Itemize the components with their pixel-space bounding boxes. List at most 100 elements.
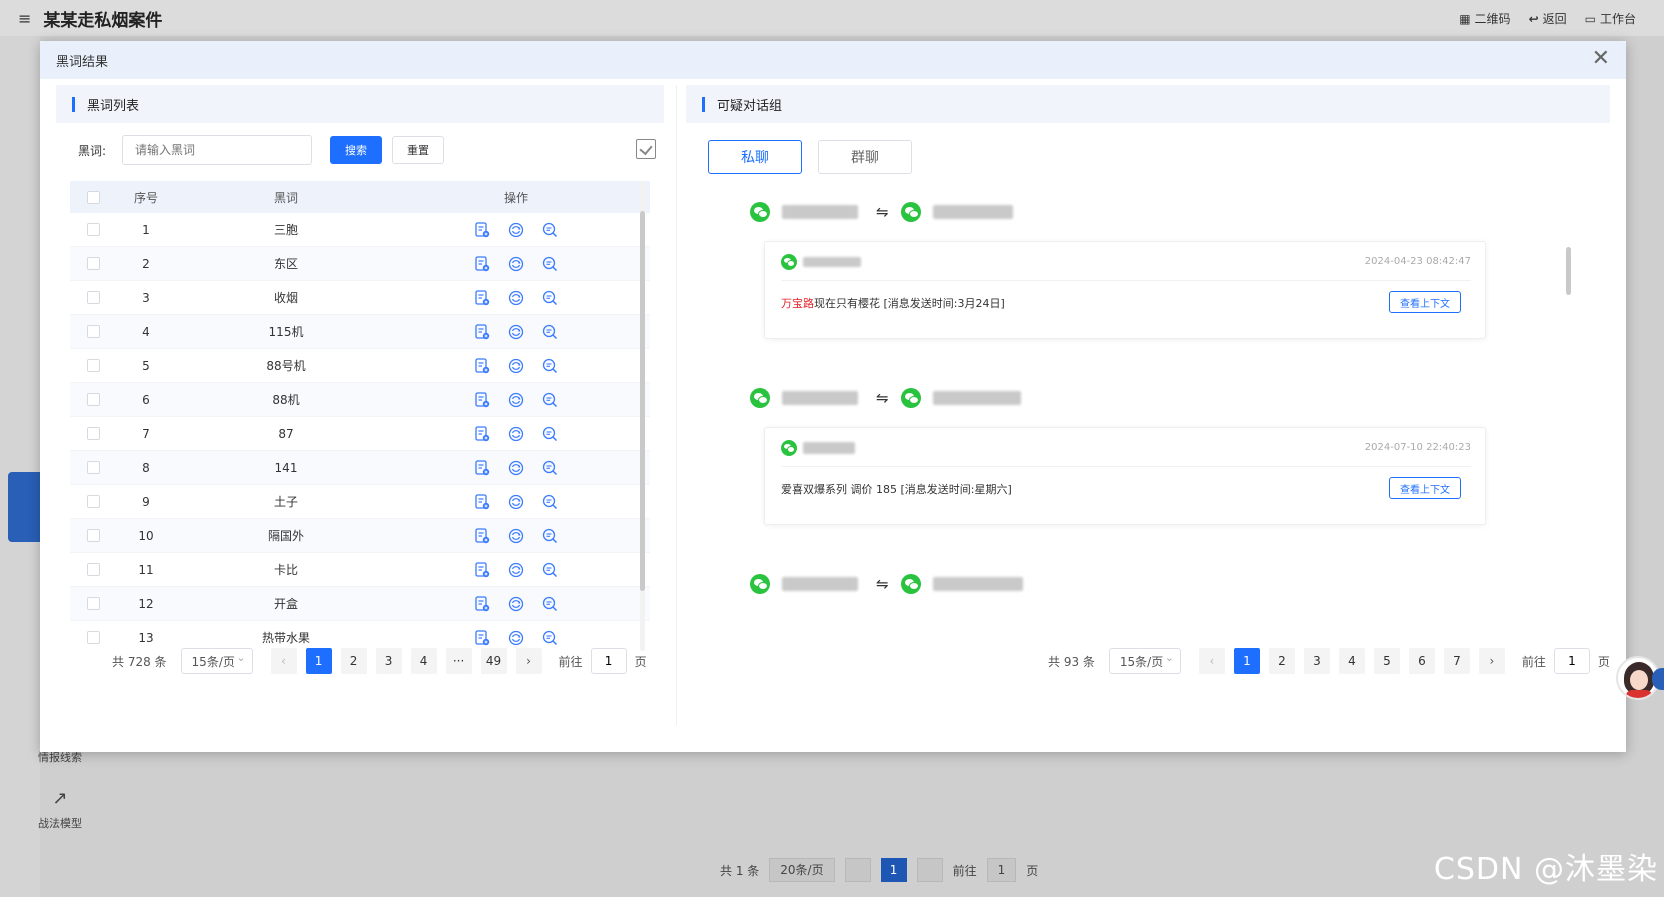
search-detail-icon[interactable] (541, 595, 559, 613)
document-icon[interactable] (473, 221, 491, 239)
table-row[interactable]: 12 开盒 (70, 587, 650, 621)
right-page-4[interactable]: 4 (1338, 648, 1365, 674)
refresh-icon[interactable] (507, 357, 525, 375)
left-next-page[interactable]: › (515, 648, 542, 674)
search-detail-icon[interactable] (541, 459, 559, 477)
document-icon[interactable] (473, 493, 491, 511)
right-page-2[interactable]: 2 (1268, 648, 1295, 674)
reset-button[interactable]: 重置 (392, 136, 445, 164)
search-detail-icon[interactable] (541, 323, 559, 341)
background-goto-input[interactable]: 1 (986, 858, 1017, 882)
refresh-icon[interactable] (507, 629, 525, 647)
document-icon[interactable] (473, 629, 491, 647)
back-button[interactable]: ↩ 返回 (1529, 10, 1567, 27)
search-detail-icon[interactable] (541, 561, 559, 579)
right-page-5[interactable]: 5 (1373, 648, 1400, 674)
refresh-icon[interactable] (507, 527, 525, 545)
right-prev-page[interactable]: ‹ (1198, 648, 1225, 674)
right-next-page[interactable]: › (1478, 648, 1505, 674)
refresh-icon[interactable] (507, 459, 525, 477)
row-checkbox[interactable] (86, 563, 100, 576)
right-page-size-select[interactable]: 15条/页 (1108, 648, 1181, 674)
document-icon[interactable] (473, 391, 491, 409)
search-detail-icon[interactable] (541, 255, 559, 273)
search-detail-icon[interactable] (541, 527, 559, 545)
row-checkbox[interactable] (86, 257, 100, 270)
qrcode-button[interactable]: ▦ 二维码 (1459, 10, 1510, 27)
search-detail-icon[interactable] (541, 221, 559, 239)
document-icon[interactable] (473, 459, 491, 477)
refresh-icon[interactable] (507, 425, 525, 443)
menu-icon[interactable]: ≡ (18, 9, 31, 28)
search-detail-icon[interactable] (541, 493, 559, 511)
row-checkbox[interactable] (86, 393, 100, 406)
row-checkbox[interactable] (86, 631, 100, 644)
tab-private-chat[interactable]: 私聊 (708, 140, 802, 174)
view-context-button[interactable]: 查看上下文 (1389, 477, 1461, 499)
right-page-3[interactable]: 3 (1303, 648, 1330, 674)
table-scrollbar[interactable] (640, 181, 645, 651)
side-nav-active-item[interactable] (8, 472, 42, 542)
desktop-button[interactable]: ▭ 工作台 (1585, 10, 1636, 27)
left-page-2[interactable]: 2 (340, 648, 367, 674)
left-page-3[interactable]: 3 (375, 648, 402, 674)
table-scrollbar-thumb[interactable] (640, 211, 645, 591)
right-page-7[interactable]: 7 (1443, 648, 1470, 674)
left-prev-page[interactable]: ‹ (270, 648, 297, 674)
left-page-1[interactable]: 1 (305, 648, 332, 674)
row-checkbox[interactable] (86, 495, 100, 508)
right-page-6[interactable]: 6 (1408, 648, 1435, 674)
refresh-icon[interactable] (507, 255, 525, 273)
table-row[interactable]: 3 收烟 (70, 281, 650, 315)
table-row[interactable]: 6 88机 (70, 383, 650, 417)
table-row[interactable]: 11 卡比 (70, 553, 650, 587)
document-icon[interactable] (473, 561, 491, 579)
left-page-49[interactable]: 49 (480, 648, 507, 674)
row-checkbox[interactable] (86, 359, 100, 372)
left-page-4[interactable]: 4 (410, 648, 437, 674)
table-row[interactable]: 1 三胞 (70, 213, 650, 247)
document-icon[interactable] (473, 527, 491, 545)
tab-group-chat[interactable]: 群聊 (818, 140, 912, 174)
refresh-icon[interactable] (507, 221, 525, 239)
refresh-icon[interactable] (507, 289, 525, 307)
row-checkbox[interactable] (86, 291, 100, 304)
refresh-icon[interactable] (507, 561, 525, 579)
table-row[interactable]: 8 141 (70, 451, 650, 485)
table-row[interactable]: 13 热带水果 (70, 621, 650, 651)
table-row[interactable]: 4 115机 (70, 315, 650, 349)
refresh-icon[interactable] (507, 595, 525, 613)
table-row[interactable]: 2 东区 (70, 247, 650, 281)
document-icon[interactable] (473, 255, 491, 273)
search-detail-icon[interactable] (541, 289, 559, 307)
search-detail-icon[interactable] (541, 391, 559, 409)
refresh-icon[interactable] (507, 493, 525, 511)
search-detail-icon[interactable] (541, 629, 559, 647)
search-button[interactable]: 搜索 (330, 136, 383, 164)
left-page-more[interactable]: ··· (445, 648, 472, 674)
document-icon[interactable] (473, 595, 491, 613)
search-detail-icon[interactable] (541, 357, 559, 375)
row-checkbox[interactable] (86, 427, 100, 440)
conversation-scrollbar-thumb[interactable] (1566, 247, 1571, 295)
document-icon[interactable] (473, 323, 491, 341)
view-context-button[interactable]: 查看上下文 (1389, 291, 1461, 313)
left-goto-input[interactable] (590, 648, 627, 674)
row-checkbox[interactable] (86, 325, 100, 338)
refresh-icon[interactable] (507, 391, 525, 409)
table-row[interactable]: 9 土子 (70, 485, 650, 519)
row-checkbox[interactable] (86, 223, 100, 236)
black-word-input[interactable] (122, 135, 313, 165)
refresh-icon[interactable] (507, 323, 525, 341)
row-checkbox[interactable] (86, 529, 100, 542)
select-all-checkbox[interactable] (86, 190, 100, 204)
close-icon[interactable]: ✕ (1592, 48, 1610, 70)
background-page-size[interactable]: 20条/页 (769, 858, 835, 882)
search-detail-icon[interactable] (541, 425, 559, 443)
document-icon[interactable] (473, 425, 491, 443)
table-row[interactable]: 5 88号机 (70, 349, 650, 383)
right-page-1[interactable]: 1 (1233, 648, 1260, 674)
table-row[interactable]: 7 87 (70, 417, 650, 451)
row-checkbox[interactable] (86, 461, 100, 474)
document-icon[interactable] (473, 289, 491, 307)
